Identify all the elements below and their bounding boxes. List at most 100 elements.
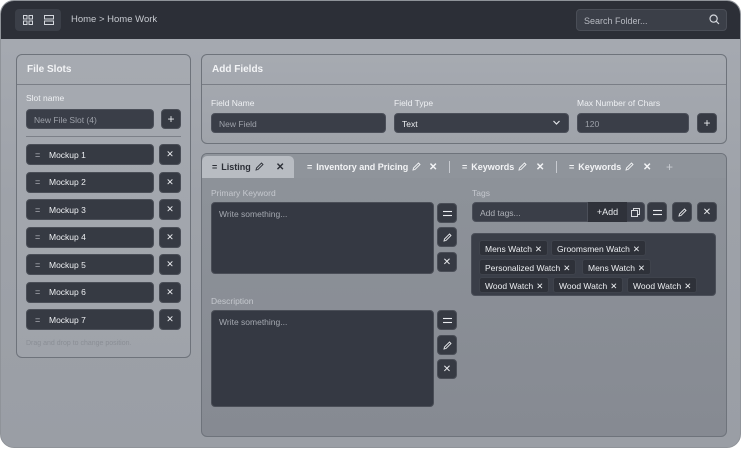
slot-label: Mockup 1 — [49, 149, 86, 160]
tag-chip[interactable]: Wood Watch ✕ — [479, 277, 550, 293]
add-fields-title: Add Fields — [202, 55, 726, 85]
close-tab-icon[interactable]: ✕ — [429, 162, 437, 173]
breadcrumb[interactable]: Home > Home Work — [71, 14, 157, 25]
remove-tag-icon[interactable]: ✕ — [563, 263, 570, 273]
copy-icon[interactable] — [631, 208, 640, 220]
delete-slot-button[interactable]: ✕ — [159, 199, 181, 220]
pencil-icon[interactable] — [412, 161, 421, 173]
remove-tag-icon[interactable]: ✕ — [638, 263, 645, 273]
pencil-icon[interactable] — [625, 161, 634, 173]
pencil-icon[interactable] — [518, 161, 527, 173]
field-type-value: Text — [402, 119, 418, 129]
tab-inventory-and-pricing[interactable]: = Inventory and Pricing ✕ — [297, 156, 445, 178]
slot-item[interactable]: = Mockup 2 — [26, 171, 154, 193]
slot-label: Mockup 5 — [49, 259, 86, 270]
tab-label: Keywords — [471, 162, 515, 172]
tag-chip[interactable]: Mens Watch ✕ — [582, 259, 652, 275]
delete-button[interactable]: ✕ — [697, 202, 717, 222]
close-tab-icon[interactable]: ✕ — [536, 162, 544, 173]
field-type-select[interactable]: Text — [394, 113, 569, 133]
tag-label: Mens Watch — [588, 263, 635, 273]
tag-chip[interactable]: Mens Watch ✕ — [479, 240, 549, 256]
tags-input[interactable] — [480, 207, 580, 219]
close-tab-icon[interactable]: ✕ — [643, 162, 651, 173]
delete-button[interactable]: ✕ — [437, 359, 457, 379]
slot-label: Mockup 7 — [49, 314, 86, 325]
description-textarea[interactable]: Write something... — [211, 310, 434, 407]
remove-tag-icon[interactable]: ✕ — [536, 281, 543, 291]
add-tag-button[interactable]: +Add — [587, 202, 627, 222]
add-field-button[interactable]: + — [697, 113, 717, 133]
drag-handle-icon[interactable]: = — [35, 177, 43, 187]
delete-slot-button[interactable]: ✕ — [159, 254, 181, 275]
tag-label: Wood Watch — [485, 281, 534, 291]
max-chars-input[interactable]: 120 — [577, 113, 689, 133]
field-name-input[interactable]: New Field — [211, 113, 386, 133]
slot-item[interactable]: = Mockup 6 — [26, 281, 154, 303]
slot-item[interactable]: = Mockup 5 — [26, 254, 154, 275]
grid-view-icon[interactable] — [19, 11, 37, 29]
view-toggle — [15, 9, 61, 31]
search-box — [576, 9, 727, 31]
slot-item[interactable]: = Mockup 3 — [26, 199, 154, 220]
drag-handle-button[interactable] — [437, 310, 457, 330]
tag-chip[interactable]: Wood Watch ✕ — [553, 277, 624, 293]
search-icon[interactable] — [709, 14, 720, 28]
drag-handle-icon[interactable]: = — [35, 287, 43, 297]
add-tab-button[interactable]: + — [658, 156, 678, 178]
slot-name-input[interactable]: New File Slot (4) — [26, 109, 154, 129]
tab-label: Inventory and Pricing — [316, 162, 409, 172]
drag-handle-button[interactable] — [647, 202, 667, 222]
remove-tag-icon[interactable]: ✕ — [610, 281, 617, 291]
tags-list: Mens Watch ✕ Groomsmen Watch ✕ Personalize… — [471, 233, 716, 296]
drag-handle-icon[interactable]: = — [35, 232, 43, 242]
delete-slot-button[interactable]: ✕ — [159, 226, 181, 248]
slot-label: Mockup 3 — [49, 204, 86, 215]
tab-listing[interactable]: = Listing ✕ — [202, 156, 294, 178]
pencil-icon[interactable] — [255, 161, 264, 173]
chevron-down-icon — [552, 118, 561, 129]
tab-keywords[interactable]: = Keywords ✕ — [452, 156, 552, 178]
top-bar: Home > Home Work — [1, 1, 740, 39]
edit-button[interactable] — [437, 335, 457, 355]
remove-tag-icon[interactable]: ✕ — [535, 244, 542, 254]
add-tags-box: +Add — [472, 202, 645, 222]
slot-label: Mockup 2 — [49, 177, 86, 187]
search-input[interactable] — [584, 14, 699, 27]
delete-button[interactable]: ✕ — [437, 252, 457, 272]
tab-keywords-2[interactable]: = Keywords ✕ — [559, 156, 659, 178]
slot-item[interactable]: = Mockup 4 — [26, 226, 154, 248]
remove-tag-icon[interactable]: ✕ — [684, 281, 691, 291]
drag-handle-icon[interactable]: = — [35, 315, 43, 325]
remove-tag-icon[interactable]: ✕ — [633, 244, 640, 254]
drag-handle-icon[interactable]: = — [35, 205, 43, 215]
drag-handle-icon[interactable]: = — [35, 150, 43, 160]
slot-item[interactable]: = Mockup 7 — [26, 309, 154, 330]
tag-chip[interactable]: Wood Watch ✕ — [627, 277, 698, 293]
edit-button[interactable] — [672, 202, 692, 222]
tag-chip[interactable]: Personalized Watch ✕ — [479, 259, 577, 275]
tags-label: Tags — [472, 188, 490, 198]
tab-separator — [449, 161, 450, 173]
list-view-icon[interactable] — [40, 11, 58, 29]
drag-handle-icon[interactable]: = — [35, 260, 43, 270]
tag-label: Wood Watch — [559, 281, 608, 291]
max-chars-label: Max Number of Chars — [577, 98, 661, 108]
delete-slot-button[interactable]: ✕ — [159, 281, 181, 303]
tag-chip[interactable]: Groomsmen Watch ✕ — [551, 240, 647, 256]
delete-slot-button[interactable]: ✕ — [159, 309, 181, 330]
close-tab-icon[interactable]: ✕ — [276, 162, 284, 173]
drag-handle-icon: = — [462, 162, 468, 172]
primary-keyword-textarea[interactable]: Write something... — [211, 202, 434, 274]
tab-strip: = Listing ✕ = Inventory and Pricing ✕ = … — [202, 154, 726, 178]
drag-handle-icon: = — [569, 162, 575, 172]
delete-slot-button[interactable]: ✕ — [159, 171, 181, 193]
add-slot-button[interactable]: + — [161, 109, 181, 129]
delete-slot-button[interactable]: ✕ — [159, 144, 181, 165]
divider — [26, 136, 181, 137]
field-name-label: Field Name — [211, 98, 255, 108]
slot-item[interactable]: = Mockup 1 — [26, 144, 154, 165]
drag-handle-button[interactable] — [437, 203, 457, 223]
edit-button[interactable] — [437, 227, 457, 247]
field-type-label: Field Type — [394, 98, 434, 108]
